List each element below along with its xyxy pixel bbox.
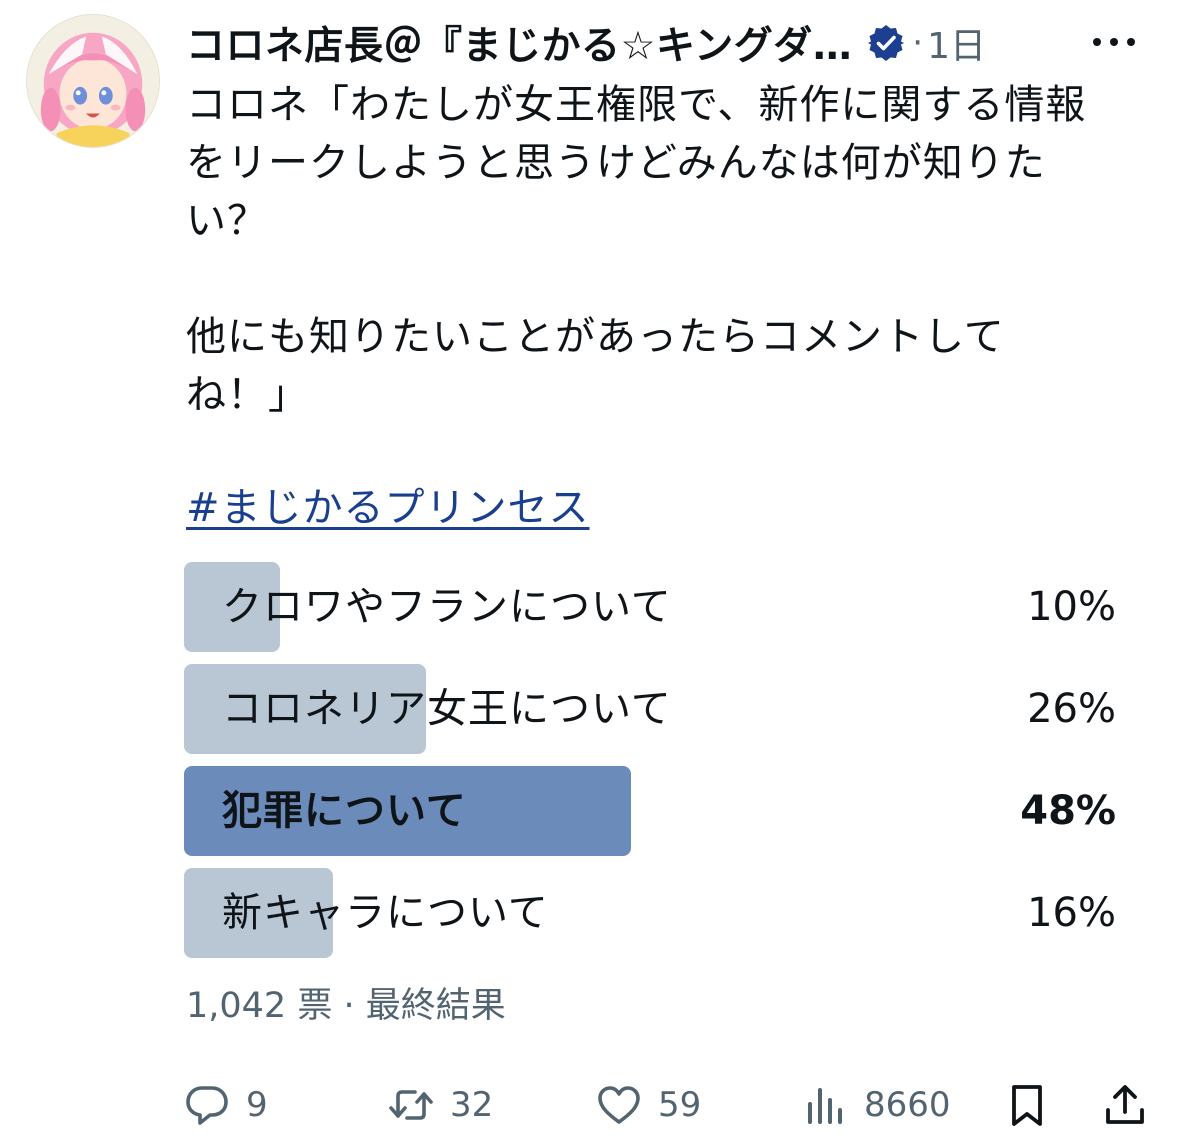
poll-option-percent: 48% xyxy=(1020,788,1116,834)
tweet-text-line: 他にも知りたいことがあったらコメントして xyxy=(186,314,1005,360)
retweet-count: 32 xyxy=(450,1085,494,1125)
retweet-button[interactable]: 32 xyxy=(388,1076,493,1134)
poll-meta: 1,042 票 · 最終結果 xyxy=(186,980,506,1032)
poll-option-label: クロワやフランについて xyxy=(222,584,672,630)
poll: クロワやフランについて 10% コロネリア女王について 26% 犯罪について 4… xyxy=(184,562,1116,970)
author-display-name[interactable]: コロネ店長＠『まじかる☆キングダ… xyxy=(186,15,852,71)
share-button[interactable] xyxy=(1102,1076,1148,1134)
tweet-header: コロネ店長＠『まじかる☆キングダ… · 1日 xyxy=(186,14,1146,72)
tweet-text-line: い？ xyxy=(186,198,268,244)
avatar-illustration xyxy=(27,15,159,147)
poll-option: 新キャラについて 16% xyxy=(184,868,1116,958)
bookmark-button[interactable] xyxy=(1004,1076,1050,1134)
views-chart-icon xyxy=(808,1088,842,1124)
poll-option: コロネリア女王について 26% xyxy=(184,664,1116,754)
author-avatar[interactable] xyxy=(26,14,160,148)
poll-status: 最終結果 xyxy=(365,986,506,1026)
tweet-actions: 9 32 59 8660 xyxy=(184,1076,1150,1134)
poll-option-label: コロネリア女王について xyxy=(222,686,672,732)
tweet-text-blank-line xyxy=(186,250,1136,308)
more-options-icon[interactable] xyxy=(1082,22,1146,62)
header-separator: · xyxy=(912,23,924,63)
heart-icon xyxy=(598,1086,640,1124)
hashtag-link[interactable]: #まじかるプリンセス xyxy=(186,480,590,536)
poll-meta-separator: · xyxy=(343,986,355,1026)
tweet-body: コロネ「わたしが女王権限で、新作に関する情報 をリークしようと思うけどみんなは何… xyxy=(186,76,1136,424)
poll-vote-count: 1,042 票 xyxy=(186,986,333,1026)
like-button[interactable]: 59 xyxy=(596,1076,701,1134)
like-count: 59 xyxy=(658,1085,702,1125)
poll-option: クロワやフランについて 10% xyxy=(184,562,1116,652)
tweet-timestamp[interactable]: 1日 xyxy=(927,17,986,69)
poll-option-percent: 16% xyxy=(1027,890,1116,936)
reply-count: 9 xyxy=(246,1085,268,1125)
tweet-text-line: をリークしようと思うけどみんなは何が知りた xyxy=(186,140,1046,186)
view-count: 8660 xyxy=(864,1085,951,1125)
views-button[interactable]: 8660 xyxy=(802,1076,951,1134)
poll-option-percent: 26% xyxy=(1027,686,1116,732)
reply-button[interactable]: 9 xyxy=(184,1076,268,1134)
bookmark-icon xyxy=(1012,1085,1042,1126)
verified-badge-icon xyxy=(868,25,905,61)
poll-option-label: 新キャラについて xyxy=(222,890,549,936)
poll-option: 犯罪について 48% xyxy=(184,766,1116,856)
tweet-text-line: ね！」 xyxy=(186,372,309,418)
tweet-text-line: コロネ「わたしが女王権限で、新作に関する情報 xyxy=(186,82,1087,128)
poll-option-label: 犯罪について xyxy=(222,788,467,834)
retweet-icon xyxy=(389,1090,433,1120)
poll-option-percent: 10% xyxy=(1027,584,1116,630)
reply-icon xyxy=(186,1086,228,1125)
share-icon xyxy=(1106,1085,1144,1124)
